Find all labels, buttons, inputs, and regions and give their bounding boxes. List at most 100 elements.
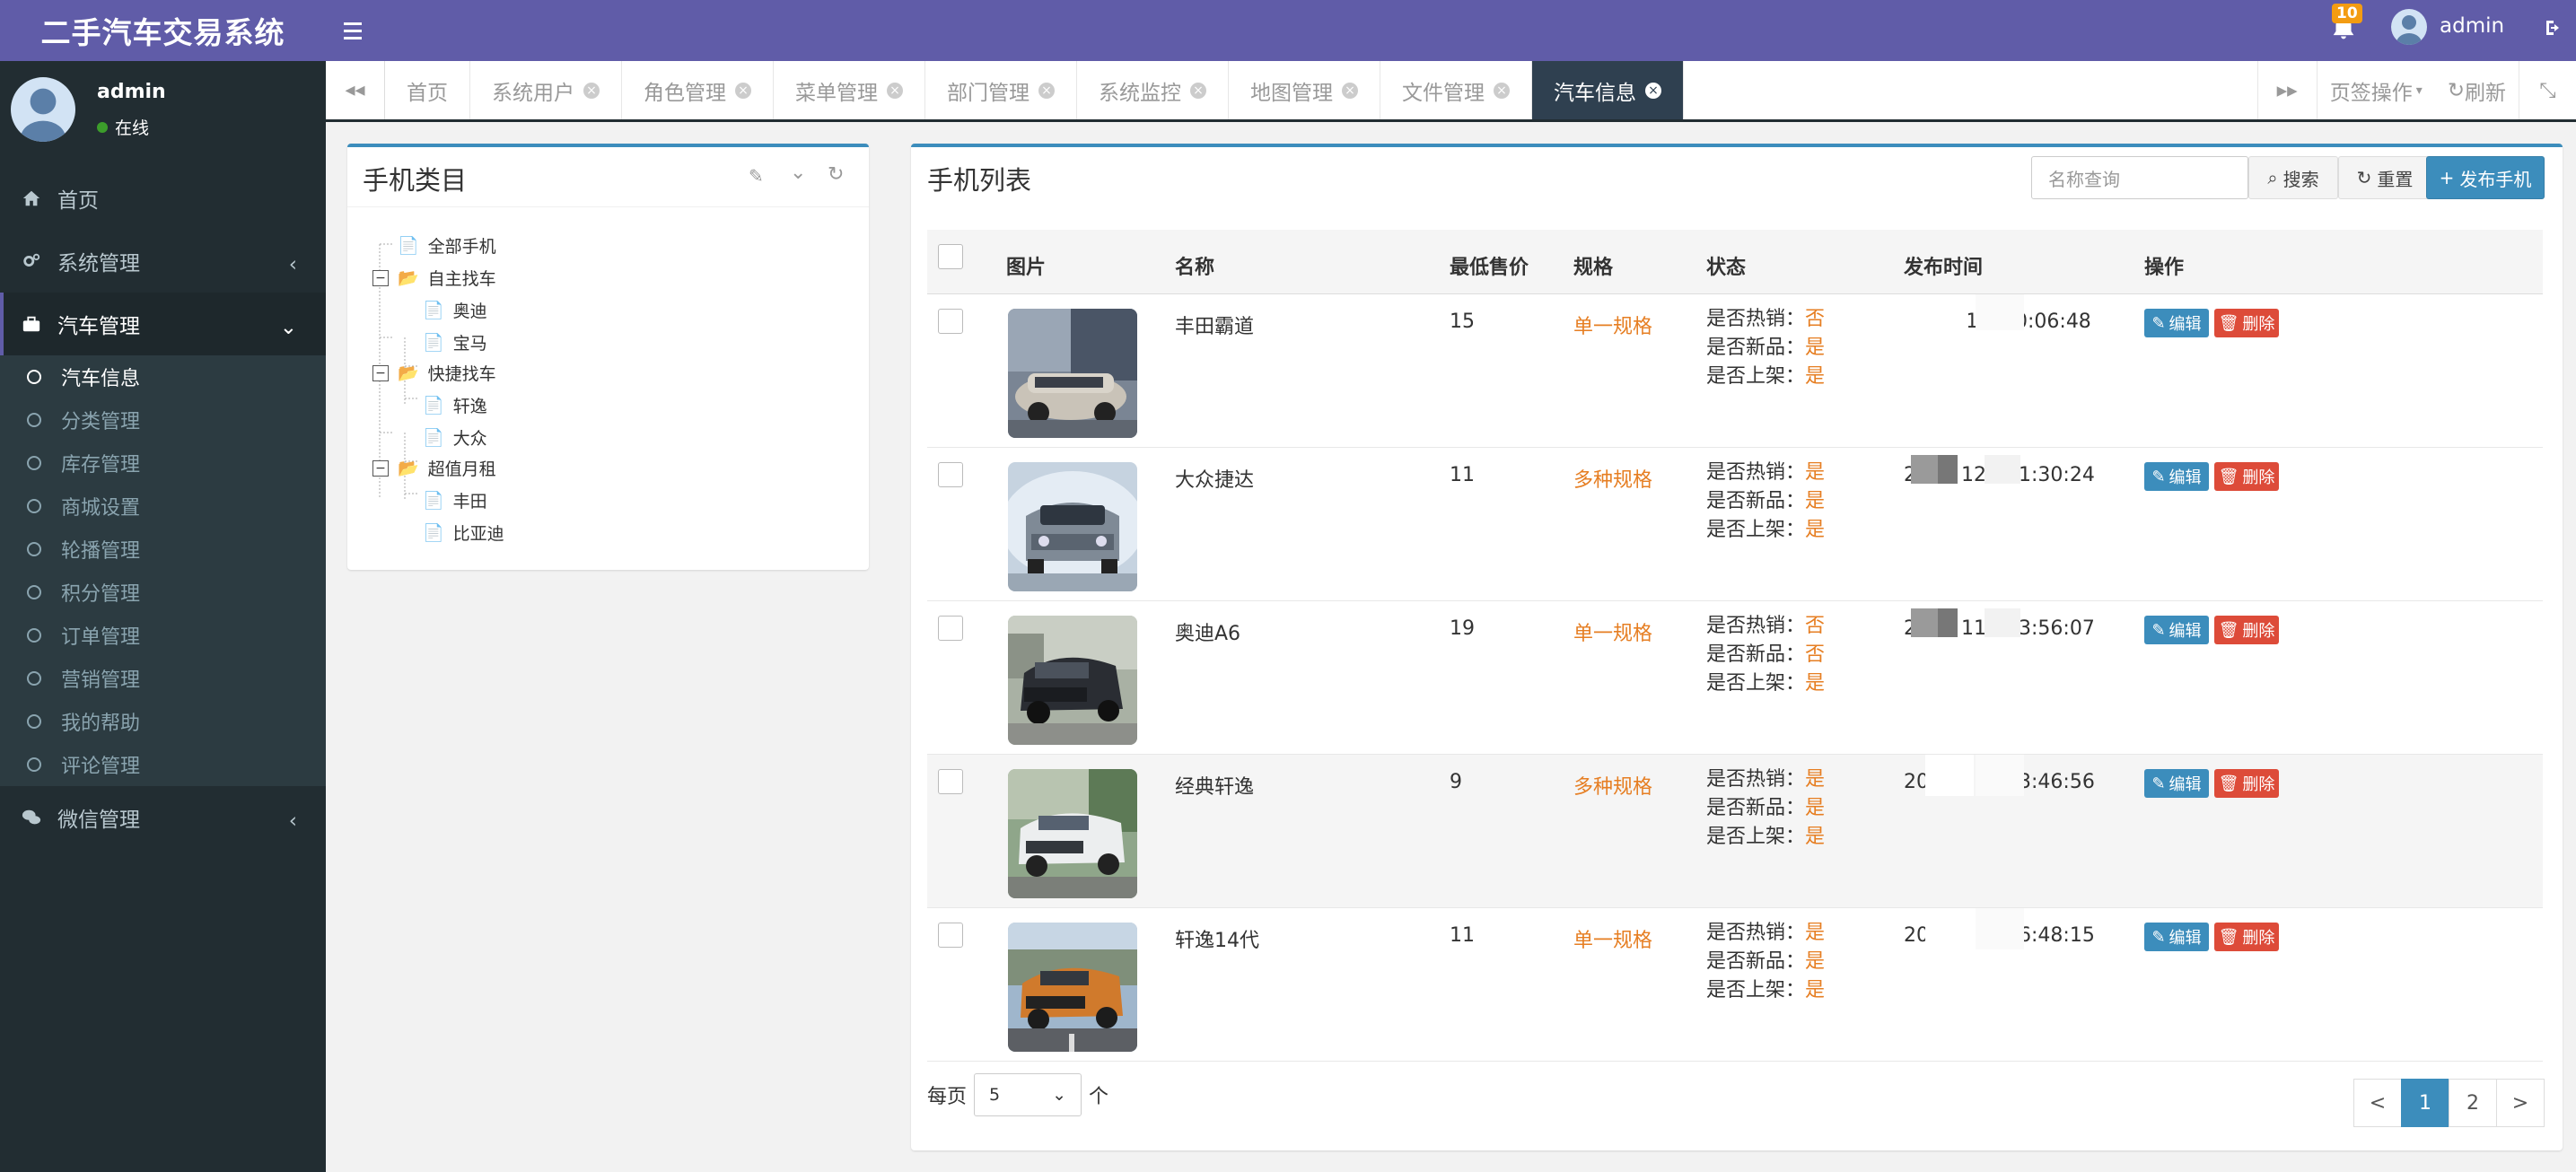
tab-file[interactable]: 文件管理 × bbox=[1380, 61, 1532, 119]
status-label: 是否上架： bbox=[1706, 519, 1806, 541]
caret-down-icon: ▾ bbox=[2415, 83, 2423, 98]
row-checkbox[interactable] bbox=[938, 309, 963, 334]
tree-node-label: 快捷找车 bbox=[427, 364, 496, 384]
edit-label: 编辑 bbox=[2169, 468, 2202, 487]
chevron-down-icon[interactable]: ⌄ bbox=[790, 162, 806, 184]
sidebar-item-wechat[interactable]: 微信管理 ‹ bbox=[0, 786, 326, 849]
submenu-item[interactable]: 评论管理 bbox=[0, 743, 326, 786]
tree-node-leaf[interactable]: 📄 比亚迪 bbox=[423, 520, 504, 545]
tab-scroll-right-icon[interactable]: ▸▸ bbox=[2256, 61, 2317, 119]
avatar bbox=[11, 77, 75, 142]
submenu-item[interactable]: 订单管理 bbox=[0, 614, 326, 657]
search-button[interactable]: ⌕ 搜索 bbox=[2248, 156, 2338, 199]
page-1[interactable]: 1 bbox=[2401, 1079, 2449, 1127]
header-avatar[interactable] bbox=[2391, 9, 2427, 45]
row-checkbox[interactable] bbox=[938, 616, 963, 641]
delete-button[interactable]: 🗑 删除 bbox=[2214, 769, 2279, 798]
circle-icon bbox=[27, 370, 41, 384]
tab-home[interactable]: 首页 bbox=[385, 61, 470, 119]
tab-monitor[interactable]: 系统监控 × bbox=[1077, 61, 1229, 119]
status-label: 是否新品： bbox=[1706, 337, 1806, 359]
delete-button[interactable]: 🗑 删除 bbox=[2214, 309, 2279, 337]
submenu-item[interactable]: 轮播管理 bbox=[0, 528, 326, 571]
search-input[interactable]: 名称查询 bbox=[2031, 156, 2248, 199]
submenu-item[interactable]: 营销管理 bbox=[0, 657, 326, 700]
close-icon[interactable]: × bbox=[1342, 82, 1358, 99]
tree-node-group[interactable]: − 📂 自主找车 bbox=[372, 266, 496, 290]
select-all-checkbox[interactable] bbox=[938, 244, 963, 269]
publish-label: 发布手机 bbox=[2459, 168, 2532, 190]
tab-scroll-left-icon[interactable]: ◂◂ bbox=[326, 61, 385, 119]
submenu-label: 评论管理 bbox=[61, 756, 141, 778]
edit-button[interactable]: ✎ 编辑 bbox=[2144, 462, 2209, 491]
close-icon[interactable]: × bbox=[1038, 82, 1055, 99]
redaction-block bbox=[1985, 608, 2020, 637]
sidebar-item-system[interactable]: 系统管理 ‹ bbox=[0, 230, 326, 293]
refresh-button[interactable]: ↻ 刷新 bbox=[2435, 61, 2519, 119]
fullscreen-icon[interactable]: ⤡ bbox=[2519, 61, 2576, 119]
tree-node-leaf[interactable]: 📄 大众 bbox=[423, 425, 487, 450]
reset-button[interactable]: ↻ 重置 bbox=[2338, 156, 2431, 199]
row-checkbox[interactable] bbox=[938, 462, 963, 487]
page-ops-dropdown[interactable]: 页签操作 ▾ bbox=[2316, 61, 2435, 119]
tab-car-info[interactable]: 汽车信息 × bbox=[1532, 61, 1684, 119]
status-value: 是 bbox=[1805, 365, 1826, 388]
collapse-icon[interactable]: − bbox=[372, 269, 389, 286]
page-prev[interactable]: < bbox=[2353, 1079, 2402, 1127]
submenu-item[interactable]: 商城设置 bbox=[0, 485, 326, 528]
tree-node-all[interactable]: 📄 全部手机 bbox=[398, 233, 496, 258]
per-page-select[interactable]: 5 ⌄ bbox=[974, 1073, 1082, 1116]
car-image bbox=[1008, 616, 1137, 745]
tree-node-leaf[interactable]: 📄 丰田 bbox=[423, 488, 487, 512]
submenu-item[interactable]: 分类管理 bbox=[0, 398, 326, 442]
refresh-icon[interactable]: ↻ bbox=[828, 163, 844, 186]
submenu-item[interactable]: 我的帮助 bbox=[0, 700, 326, 743]
tab-role[interactable]: 角色管理 × bbox=[622, 61, 774, 119]
close-icon[interactable]: × bbox=[735, 82, 751, 99]
row-checkbox[interactable] bbox=[938, 923, 963, 948]
submenu-item[interactable]: 汽车信息 bbox=[0, 355, 326, 398]
submenu-item[interactable]: 库存管理 bbox=[0, 442, 326, 485]
sidebar-item-home[interactable]: 首页 bbox=[0, 167, 326, 230]
menu-toggle-icon[interactable] bbox=[344, 13, 371, 48]
tab-system-user[interactable]: 系统用户 × bbox=[470, 61, 622, 119]
wechat-icon bbox=[22, 809, 41, 825]
logout-icon[interactable] bbox=[2543, 17, 2564, 39]
page-2[interactable]: 2 bbox=[2449, 1079, 2497, 1127]
tree-node-leaf[interactable]: 📄 宝马 bbox=[423, 330, 487, 354]
tab-map[interactable]: 地图管理 × bbox=[1229, 61, 1380, 119]
delete-button[interactable]: 🗑 删除 bbox=[2214, 923, 2279, 951]
tab-bar: ◂◂ 首页 系统用户 × 角色管理 × 菜单管理 × 部门管理 × 系统监控 × 地图管理… bbox=[326, 61, 2576, 122]
row-checkbox[interactable] bbox=[938, 769, 963, 794]
edit-icon[interactable]: ✎ bbox=[749, 165, 764, 187]
page-next[interactable]: > bbox=[2496, 1079, 2545, 1127]
publish-button[interactable]: + 发布手机 bbox=[2426, 156, 2545, 199]
tab-dept[interactable]: 部门管理 × bbox=[925, 61, 1077, 119]
close-icon[interactable]: × bbox=[1494, 82, 1510, 99]
pagination: < 1 2 > bbox=[2353, 1079, 2545, 1127]
sidebar-item-car[interactable]: 汽车管理 ⌄ bbox=[0, 293, 326, 355]
tree-node-group[interactable]: − 📂 超值月租 bbox=[372, 456, 496, 480]
edit-button[interactable]: ✎ 编辑 bbox=[2144, 769, 2209, 798]
status-value: 是 bbox=[1805, 490, 1826, 512]
close-icon[interactable]: × bbox=[583, 82, 600, 99]
tree-node-group[interactable]: − 📂 快捷找车 bbox=[372, 361, 496, 385]
edit-button[interactable]: ✎ 编辑 bbox=[2144, 309, 2209, 337]
tab-menu[interactable]: 菜单管理 × bbox=[774, 61, 925, 119]
edit-button[interactable]: ✎ 编辑 bbox=[2144, 616, 2209, 644]
edit-button[interactable]: ✎ 编辑 bbox=[2144, 923, 2209, 951]
tree-node-leaf[interactable]: 📄 轩逸 bbox=[423, 393, 487, 417]
delete-button[interactable]: 🗑 删除 bbox=[2214, 616, 2279, 644]
collapse-icon[interactable]: − bbox=[372, 364, 389, 381]
submenu-item[interactable]: 积分管理 bbox=[0, 571, 326, 614]
close-icon[interactable]: × bbox=[1190, 82, 1206, 99]
chevron-down-icon: ⌄ bbox=[1052, 1085, 1067, 1105]
page-ops-label: 页签操作 bbox=[2329, 81, 2413, 105]
collapse-icon[interactable]: − bbox=[372, 459, 389, 477]
close-icon[interactable]: × bbox=[1645, 82, 1661, 99]
header-username[interactable]: admin bbox=[2440, 14, 2504, 38]
tree-node-leaf[interactable]: 📄 奥迪 bbox=[423, 298, 487, 322]
delete-button[interactable]: 🗑 删除 bbox=[2214, 462, 2279, 491]
status-label: 是否热销： bbox=[1706, 615, 1806, 637]
close-icon[interactable]: × bbox=[887, 82, 903, 99]
